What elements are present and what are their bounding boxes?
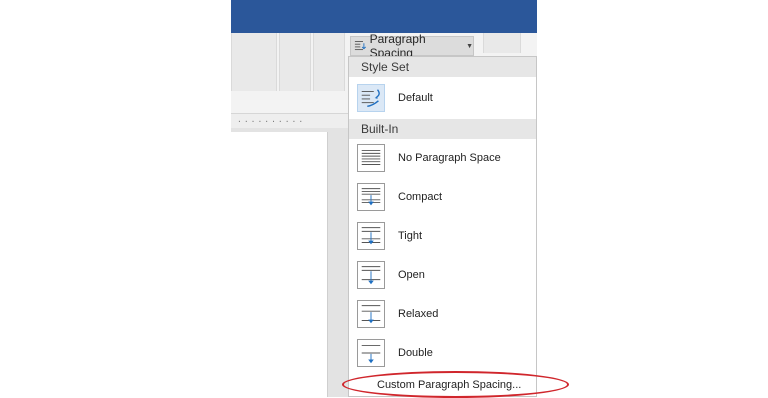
menu-item-open[interactable]: Open bbox=[349, 256, 536, 294]
menu-item-relaxed[interactable]: Relaxed bbox=[349, 295, 536, 333]
paragraph-spacing-default-icon bbox=[357, 84, 385, 112]
style-gallery-cell[interactable] bbox=[313, 33, 345, 91]
style-set-header: Style Set bbox=[349, 57, 536, 77]
compact-spacing-icon bbox=[357, 183, 385, 211]
title-bar bbox=[231, 0, 537, 33]
menu-item-label: Default bbox=[398, 92, 433, 104]
paragraph-spacing-menu: Style Set Default Built-In No Paragraph … bbox=[348, 56, 537, 397]
relaxed-spacing-icon bbox=[357, 300, 385, 328]
double-spacing-icon bbox=[357, 339, 385, 367]
paragraph-spacing-icon bbox=[354, 41, 367, 51]
no-paragraph-space-icon bbox=[357, 144, 385, 172]
open-spacing-icon bbox=[357, 261, 385, 289]
menu-item-label: Open bbox=[398, 269, 425, 281]
tight-spacing-icon bbox=[357, 222, 385, 250]
document-area bbox=[231, 128, 349, 397]
word-window: ·········· Paragraph Spacing ▼ Style Set bbox=[231, 0, 537, 397]
menu-item-label: Relaxed bbox=[398, 308, 439, 320]
style-gallery-cell[interactable] bbox=[231, 33, 277, 91]
built-in-header: Built-In bbox=[349, 119, 536, 139]
menu-item-compact[interactable]: Compact bbox=[349, 178, 536, 216]
annotation-oval bbox=[342, 371, 569, 398]
style-gallery-cell[interactable] bbox=[279, 33, 311, 91]
document-page[interactable] bbox=[231, 132, 328, 397]
ruler-ticks: ·········· bbox=[237, 117, 306, 126]
paragraph-spacing-button[interactable]: Paragraph Spacing ▼ bbox=[350, 32, 474, 60]
menu-item-label: Double bbox=[398, 347, 433, 359]
menu-item-no-paragraph-space[interactable]: No Paragraph Space bbox=[349, 139, 536, 177]
menu-item-tight[interactable]: Tight bbox=[349, 217, 536, 255]
menu-item-default[interactable]: Default bbox=[349, 79, 536, 117]
ribbon-button[interactable] bbox=[483, 33, 521, 53]
menu-item-label: Compact bbox=[398, 191, 443, 203]
menu-item-label: No Paragraph Space bbox=[398, 152, 501, 164]
chevron-down-icon: ▼ bbox=[466, 42, 473, 50]
menu-item-label: Tight bbox=[398, 230, 423, 242]
horizontal-ruler: ·········· bbox=[231, 114, 349, 128]
menu-item-double[interactable]: Double bbox=[349, 334, 536, 372]
